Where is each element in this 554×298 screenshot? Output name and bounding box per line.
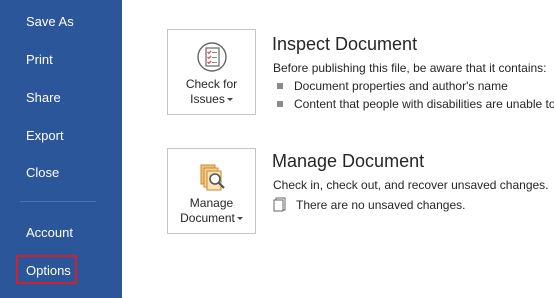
check-for-issues-label: Check for Issues: [186, 77, 237, 107]
sidebar-item-save-as[interactable]: Save As: [0, 4, 122, 38]
sidebar-divider: [20, 201, 96, 202]
inspect-document-title: Inspect Document: [272, 34, 418, 54]
sidebar-item-label: Options: [26, 262, 71, 278]
sidebar-item-label: Save As: [26, 13, 74, 29]
tile-label-line2: Document: [180, 211, 235, 225]
manage-document-button[interactable]: Manage Document: [167, 148, 256, 234]
bullet-square-icon: [277, 83, 283, 89]
manage-document-label: Manage Document: [180, 196, 243, 226]
sidebar-item-print[interactable]: Print: [0, 42, 122, 76]
bullet-text: Document properties and author's name: [294, 79, 508, 93]
tile-label-line2: Issues: [190, 92, 225, 106]
inspect-bullet: Document properties and author's name: [277, 79, 508, 93]
sidebar-item-label: Print: [26, 51, 53, 67]
inspect-checklist-icon: [196, 42, 227, 72]
dropdown-caret-icon: [226, 98, 233, 102]
manage-status-text: There are no unsaved changes.: [296, 197, 466, 212]
tile-label-line1: Manage: [189, 196, 234, 210]
document-icon: [273, 197, 286, 212]
inspect-bullet: Content that people with disabilities ar…: [277, 97, 554, 111]
sidebar-item-close[interactable]: Close: [0, 155, 122, 189]
tile-label-line2-row: Document: [180, 211, 243, 226]
manage-status-row: There are no unsaved changes.: [273, 197, 465, 212]
dropdown-caret-icon: [236, 217, 243, 221]
sidebar-item-options[interactable]: Options: [0, 253, 122, 287]
check-for-issues-button[interactable]: Check for Issues: [167, 29, 256, 115]
bullet-text: Content that people with disabilities ar…: [294, 97, 554, 111]
bullet-square-icon: [277, 101, 283, 107]
manage-document-search-icon: [200, 164, 225, 191]
sidebar-item-label: Close: [26, 164, 60, 180]
inspect-document-description: Before publishing this file, be aware th…: [273, 61, 547, 75]
sidebar-item-label: Share: [26, 89, 61, 105]
tile-label-line2-row: Issues: [186, 92, 237, 107]
manage-document-description: Check in, check out, and recover unsaved…: [273, 178, 549, 192]
sidebar-item-export[interactable]: Export: [0, 118, 122, 152]
tile-label-line1: Check for: [185, 77, 238, 91]
manage-document-title: Manage Document: [272, 151, 425, 171]
sidebar-item-label: Account: [26, 224, 73, 240]
sidebar-item-account[interactable]: Account: [0, 215, 122, 249]
info-content-area: Check for Issues Inspect Document Before…: [122, 0, 554, 298]
sidebar-item-label: Export: [26, 127, 64, 143]
sidebar-item-share[interactable]: Share: [0, 80, 122, 114]
backstage-sidebar: Save As Print Share Export Close Account…: [0, 0, 122, 298]
